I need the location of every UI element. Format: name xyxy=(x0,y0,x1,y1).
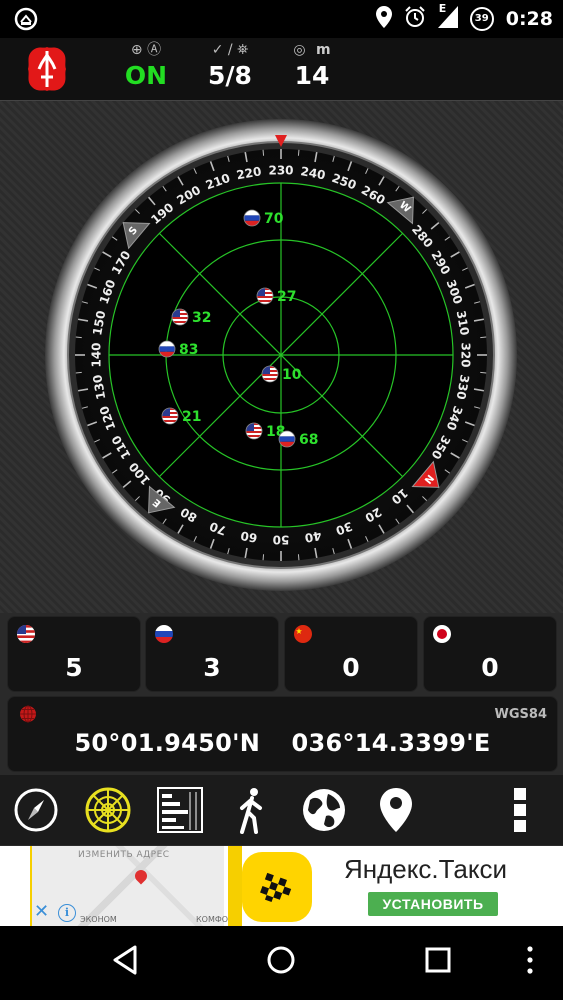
more-icon[interactable] xyxy=(508,786,532,834)
location-icon xyxy=(375,6,392,32)
signal-bars-icon[interactable] xyxy=(156,786,204,834)
check-icon: ✓ xyxy=(211,42,224,58)
compass-tick-label: 230 xyxy=(268,164,293,178)
target-icon: ◎ xyxy=(293,42,306,58)
compass-tick xyxy=(297,149,300,156)
satellite-id: 10 xyxy=(282,367,302,383)
ad-accent-mid xyxy=(228,846,242,926)
satellite-marker[interactable]: 70 xyxy=(243,209,284,227)
ad-info-icon[interactable]: i xyxy=(58,904,76,922)
map-pin-icon[interactable] xyxy=(372,786,420,834)
gps-count: 5 xyxy=(65,653,83,682)
ad-close-icon[interactable]: ✕ xyxy=(34,903,49,921)
gps-info-bar: ⊕ Ⓐ ON ✓ / ⛯ 5/8 ◎ m 14 xyxy=(0,38,563,101)
longitude: 036°14.3399'E xyxy=(291,729,491,757)
compass-icon[interactable] xyxy=(12,786,60,834)
compass-tick xyxy=(480,336,487,339)
ad-map-label-1: ЭКОНОМ xyxy=(80,915,117,924)
ad-map-hint: ИЗМЕНИТЬ АДРЕС xyxy=(78,850,170,860)
accuracy-unit: m xyxy=(316,42,331,58)
glonass-count: 3 xyxy=(203,653,221,682)
gps-status: ON xyxy=(124,61,168,90)
beidou-count: 0 xyxy=(342,653,360,682)
constellation-cards: 5 3 0 0 xyxy=(0,614,563,694)
compass-tick-label: 60 xyxy=(240,528,259,545)
ru-flag-icon xyxy=(155,625,173,643)
menu-icon[interactable] xyxy=(524,944,536,980)
compass-tick xyxy=(297,554,300,561)
back-icon[interactable] xyxy=(111,944,139,980)
app-logo[interactable] xyxy=(24,45,70,93)
compass-tick xyxy=(75,371,82,374)
bottom-toolbar xyxy=(0,775,563,845)
signal-icon: E xyxy=(437,2,458,32)
radar[interactable]: 1020304050607080901001101201301401501601… xyxy=(0,101,563,613)
satellite-marker[interactable]: 83 xyxy=(158,340,198,358)
compass-tick xyxy=(262,149,265,156)
walk-icon[interactable] xyxy=(228,786,276,834)
satellites-count: 5/8 xyxy=(208,61,252,90)
us-flag-icon xyxy=(17,625,35,643)
ad-banner[interactable]: ИЗМЕНИТЬ АДРЕС ЭКОНОМ КОМФО ✕ i Яндекс.Т… xyxy=(0,846,563,926)
compass-tick-label: 40 xyxy=(304,528,323,545)
accuracy-value: 14 xyxy=(294,61,330,90)
compass-tick xyxy=(75,336,82,339)
ad-install-button[interactable]: УСТАНОВИТЬ xyxy=(368,892,498,916)
battery-icon: 39 xyxy=(469,7,494,31)
recents-icon[interactable] xyxy=(424,944,452,980)
latitude: 50°01.9450'N xyxy=(74,729,261,757)
clock: 0:28 xyxy=(505,8,553,30)
system-nav-bar xyxy=(0,926,563,1000)
card-qzss: 0 xyxy=(423,616,557,692)
gps-auto-icon: Ⓐ xyxy=(147,42,162,58)
satellite-marker[interactable]: 68 xyxy=(278,430,318,448)
card-beidou: 0 xyxy=(284,616,418,692)
compass-tick-label: 140 xyxy=(90,342,104,367)
globe-grid-icon xyxy=(19,705,37,727)
ad-title: Яндекс.Такси xyxy=(344,854,508,884)
compass-tick-label: 50 xyxy=(273,533,290,547)
position-panel[interactable]: WGS84 50°01.9450'N 036°14.3399'E xyxy=(7,696,558,772)
jp-flag-icon xyxy=(433,625,451,643)
satellite-marker[interactable]: 32 xyxy=(171,308,211,326)
radar-view: 10 20 30 40 50 60 70 80 90 100 110 120 130 140 150 160 1… xyxy=(0,101,563,613)
satellite-marker[interactable]: 10 xyxy=(261,365,302,383)
satellite-id: 32 xyxy=(192,310,211,326)
taxi-logo-icon xyxy=(242,852,312,922)
satellite-id: 27 xyxy=(277,289,296,305)
compass-tick-label: 320 xyxy=(459,342,473,367)
card-glonass: 3 xyxy=(145,616,279,692)
satellite-id: 21 xyxy=(182,409,201,425)
home-icon[interactable] xyxy=(265,944,297,980)
satellite-id: 83 xyxy=(179,342,198,358)
compass-tick xyxy=(262,554,265,561)
satellite-id: 68 xyxy=(299,432,318,448)
radar-icon[interactable] xyxy=(84,786,132,834)
satellite-icon: ⛯ xyxy=(237,42,249,58)
satellite-marker[interactable]: 21 xyxy=(161,407,201,425)
gps-fix-icon: ⊕ xyxy=(130,42,143,58)
qzss-count: 0 xyxy=(481,653,499,682)
speedometer-icon xyxy=(14,7,38,35)
satellite-id: 70 xyxy=(264,211,284,227)
datum-label: WGS84 xyxy=(494,707,547,722)
card-gps: 5 xyxy=(7,616,141,692)
coordinates: 50°01.9450'N 036°14.3399'E xyxy=(8,729,557,757)
compass-tick xyxy=(480,371,487,374)
satellite-marker[interactable]: 27 xyxy=(256,287,296,305)
ad-map-label-2: КОМФО xyxy=(196,915,229,924)
globe-icon[interactable] xyxy=(300,786,348,834)
status-bar: E 39 0:28 xyxy=(0,0,563,38)
alarm-icon xyxy=(404,6,426,32)
cn-flag-icon xyxy=(294,625,312,643)
map-pin-marker-icon xyxy=(132,867,150,885)
